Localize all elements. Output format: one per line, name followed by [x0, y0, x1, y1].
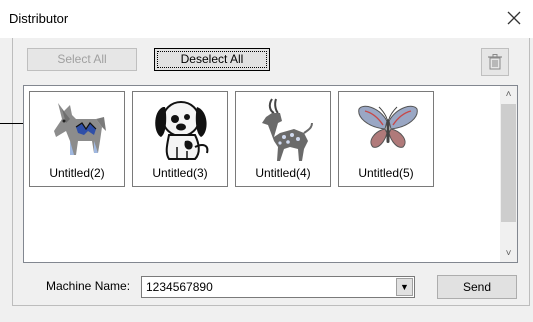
- select-all-button[interactable]: Select All: [27, 48, 137, 71]
- scroll-up-icon[interactable]: ˄: [500, 86, 517, 103]
- machine-name-label: Machine Name:: [46, 279, 131, 293]
- design-list[interactable]: Untitled(2) Untitled(3) Untitled(4) Unti…: [23, 85, 518, 263]
- design-item[interactable]: Untitled(3): [132, 91, 228, 187]
- trash-icon: [488, 54, 502, 70]
- butterfly-embroidery-icon: [358, 105, 418, 148]
- close-icon[interactable]: [505, 9, 523, 27]
- design-item[interactable]: Untitled(5): [338, 91, 434, 187]
- machine-name-select[interactable]: 1234567890 ▼: [141, 276, 415, 298]
- scroll-thumb[interactable]: [501, 104, 516, 222]
- window-title: Distributor: [9, 11, 69, 26]
- deselect-all-button[interactable]: Deselect All: [154, 48, 270, 71]
- design-item[interactable]: Untitled(2): [29, 91, 125, 187]
- scroll-down-icon[interactable]: ˅: [500, 245, 517, 262]
- horse-embroidery-icon: [54, 103, 106, 155]
- dropdown-arrow-icon[interactable]: ▼: [396, 278, 413, 296]
- antelope-embroidery-icon: [262, 98, 313, 161]
- design-item-label: Untitled(4): [255, 166, 311, 180]
- design-item[interactable]: Untitled(4): [235, 91, 331, 187]
- puppy-embroidery-icon: [155, 101, 209, 160]
- design-item-label: Untitled(3): [152, 166, 208, 180]
- send-button[interactable]: Send: [437, 275, 517, 299]
- vertical-scrollbar[interactable]: ˄ ˅: [500, 86, 517, 262]
- distributor-window: Distributor Select All Deselect All Unti…: [0, 0, 533, 322]
- deselect-all-label: Deselect All: [157, 51, 267, 68]
- machine-name-value: 1234567890: [146, 280, 213, 294]
- delete-button[interactable]: [481, 48, 509, 76]
- design-item-label: Untitled(2): [49, 166, 105, 180]
- design-item-label: Untitled(5): [358, 166, 414, 180]
- title-bar: Distributor: [0, 0, 533, 38]
